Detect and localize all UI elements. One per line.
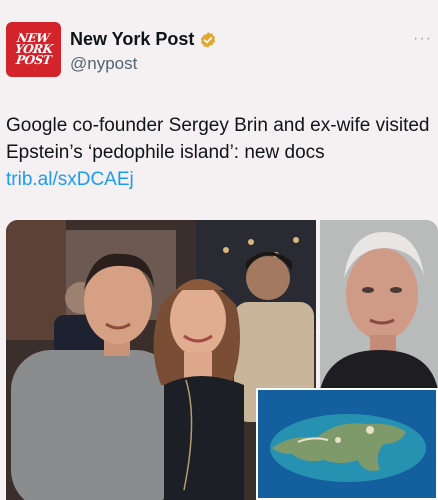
tweet-media[interactable] (6, 220, 438, 500)
account-handle[interactable]: @nypost (70, 54, 137, 74)
island-aerial-illustration (258, 390, 436, 498)
account-avatar[interactable]: NEW YORK POST (6, 22, 61, 77)
mugshot-illustration (320, 220, 438, 390)
more-options-icon[interactable]: ··· (413, 30, 432, 48)
verified-badge-icon (201, 31, 216, 48)
tweet-body: Google co-founder Sergey Brin and ex-wif… (6, 112, 434, 193)
name-row: New York Post (70, 29, 217, 50)
tweet-header: NEW YORK POST New York Post @nypost ··· (6, 22, 432, 80)
mugshot-photo[interactable] (320, 220, 438, 390)
tweet-text: Google co-founder Sergey Brin and ex-wif… (6, 115, 430, 163)
tweet-link[interactable]: trib.al/sxDCAEj (6, 166, 434, 193)
island-aerial-photo[interactable] (256, 388, 438, 500)
display-name[interactable]: New York Post (70, 29, 194, 50)
logo-line-3: POST (15, 53, 53, 67)
